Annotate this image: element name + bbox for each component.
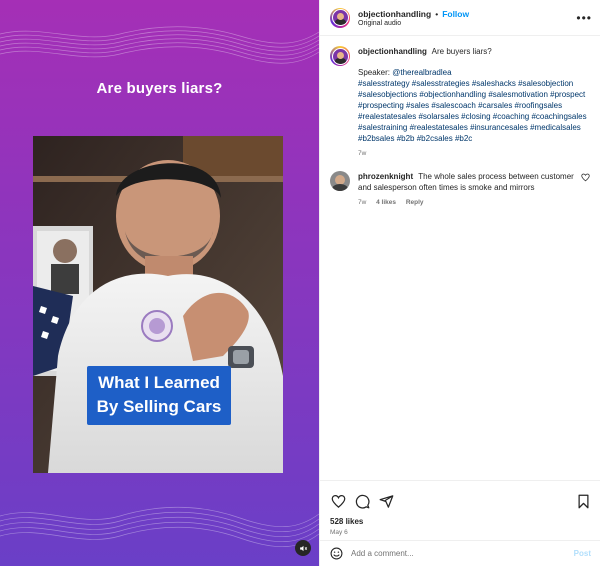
add-comment-bar: Post xyxy=(320,540,600,566)
hashtag-line[interactable]: #salesobjections #objectionhandling #sal… xyxy=(358,89,590,100)
caption-avatar[interactable] xyxy=(330,46,350,66)
caption-username[interactable]: objectionhandling xyxy=(358,47,427,56)
video-frame[interactable]: What I Learned By Selling Cars xyxy=(33,136,283,473)
caption-text: Are buyers liars? xyxy=(431,47,492,56)
comment-item: phrozenknight The whole sales process be… xyxy=(330,171,590,208)
video-caption-line-2: By Selling Cars xyxy=(96,397,222,416)
post-comment-button[interactable]: Post xyxy=(574,549,591,558)
like-button[interactable] xyxy=(330,493,346,509)
more-icon[interactable]: ••• xyxy=(576,11,592,25)
post-details-panel: objectionhandling • Follow Original audi… xyxy=(319,0,600,566)
video-caption-line-1: What I Learned xyxy=(98,373,220,392)
heart-icon xyxy=(331,494,345,508)
post-media[interactable]: Are buyers liars? What I Learned By Sell… xyxy=(0,0,319,566)
save-button[interactable] xyxy=(575,493,591,509)
comments-scroll[interactable]: objectionhandling Are buyers liars? Spea… xyxy=(320,36,600,208)
caption-comment: objectionhandling Are buyers liars? Spea… xyxy=(330,46,590,159)
comment-icon xyxy=(355,494,370,509)
comment-heart-icon[interactable] xyxy=(581,173,590,182)
comment-likes[interactable]: 4 likes xyxy=(376,199,396,206)
likes-count[interactable]: 528 likes xyxy=(330,517,591,526)
post-actions: 528 likes May 6 xyxy=(320,480,600,536)
comment-input[interactable] xyxy=(351,549,574,558)
audio-label[interactable]: Original audio xyxy=(358,20,576,27)
hashtag-line[interactable]: #salesstrategy #salesstrategies #salesha… xyxy=(358,78,590,89)
hashtag-line[interactable]: #salestraining #realestatesales #insuran… xyxy=(358,122,590,133)
wave-decoration-bottom xyxy=(0,506,319,548)
follow-button[interactable]: Follow xyxy=(442,9,469,19)
media-title: Are buyers liars? xyxy=(96,80,223,97)
bookmark-icon xyxy=(578,494,588,508)
caption-time[interactable]: 7w xyxy=(358,150,366,157)
separator-dot: • xyxy=(435,8,439,19)
reply-button[interactable]: Reply xyxy=(406,199,424,206)
commenter-username[interactable]: phrozenknight xyxy=(358,172,413,181)
emoji-icon[interactable] xyxy=(330,547,343,560)
wave-decoration-top xyxy=(0,26,319,64)
hashtag-line[interactable]: #b2bsales #b2b #b2csales #b2c xyxy=(358,133,590,144)
author-username[interactable]: objectionhandling xyxy=(358,9,431,19)
mute-button[interactable] xyxy=(295,540,311,556)
hashtag-line[interactable]: #prospecting #sales #salescoach #carsale… xyxy=(358,100,590,111)
commenter-avatar[interactable] xyxy=(330,171,350,191)
mute-icon xyxy=(299,545,307,551)
comment-button[interactable] xyxy=(354,493,370,509)
video-caption-box: What I Learned By Selling Cars xyxy=(87,366,231,425)
share-icon xyxy=(379,494,393,508)
speaker-label: Speaker: xyxy=(358,68,393,77)
post-date: May 6 xyxy=(330,529,348,536)
author-avatar[interactable] xyxy=(330,7,350,28)
comment-time[interactable]: 7w xyxy=(358,199,366,206)
post-modal: Are buyers liars? What I Learned By Sell… xyxy=(0,0,600,566)
share-button[interactable] xyxy=(378,493,394,509)
speaker-link[interactable]: @therealbradlea xyxy=(392,68,451,77)
post-header: objectionhandling • Follow Original audi… xyxy=(320,0,600,36)
hashtag-line[interactable]: #realestatesales #solarsales #closing #c… xyxy=(358,111,590,122)
